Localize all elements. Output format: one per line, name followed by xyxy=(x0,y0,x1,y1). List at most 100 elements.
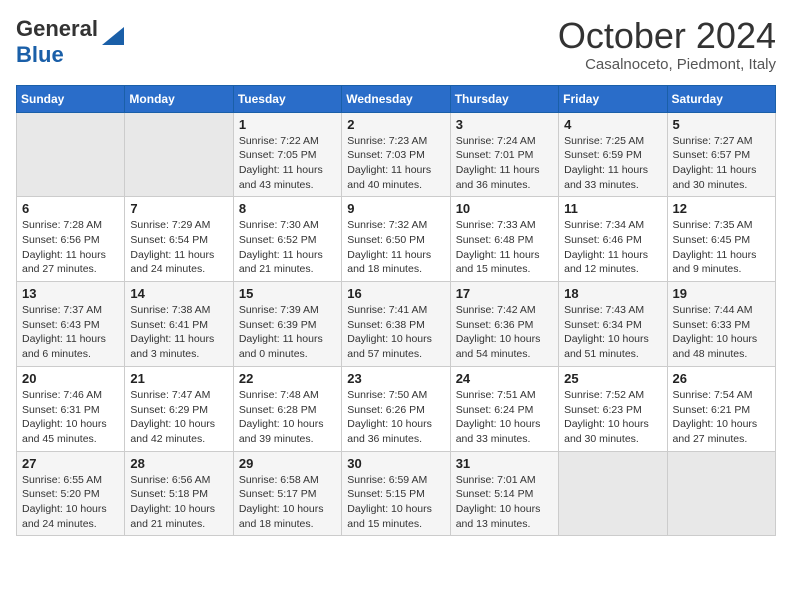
day-info: Sunrise: 7:30 AMSunset: 6:52 PMDaylight:… xyxy=(239,218,336,277)
title-block: October 2024 Casalnoceto, Piedmont, Ital… xyxy=(558,16,776,73)
calendar-table: SundayMondayTuesdayWednesdayThursdayFrid… xyxy=(16,85,776,537)
day-number: 6 xyxy=(22,201,119,216)
day-number: 26 xyxy=(673,371,770,386)
calendar-cell: 17 Sunrise: 7:42 AMSunset: 6:36 PMDayligh… xyxy=(450,282,558,367)
day-info: Sunrise: 7:54 AMSunset: 6:21 PMDaylight:… xyxy=(673,388,770,447)
day-number: 27 xyxy=(22,456,119,471)
day-number: 19 xyxy=(673,286,770,301)
calendar-cell: 8 Sunrise: 7:30 AMSunset: 6:52 PMDaylight… xyxy=(233,197,341,282)
day-number: 14 xyxy=(130,286,227,301)
day-info: Sunrise: 6:59 AMSunset: 5:15 PMDaylight:… xyxy=(347,473,444,532)
logo-blue: Blue xyxy=(16,42,64,67)
calendar-cell: 12 Sunrise: 7:35 AMSunset: 6:45 PMDayligh… xyxy=(667,197,775,282)
week-row-4: 20Sunrise: 7:46 AMSunset: 6:31 PMDayligh… xyxy=(17,366,776,451)
day-info: Sunrise: 7:38 AMSunset: 6:41 PMDaylight:… xyxy=(130,303,227,362)
calendar-cell: 23 Sunrise: 7:50 AMSunset: 6:26 PMDayligh… xyxy=(342,366,450,451)
day-info: Sunrise: 7:25 AMSunset: 6:59 PMDaylight:… xyxy=(564,134,661,193)
day-number: 9 xyxy=(347,201,444,216)
calendar-cell: 9 Sunrise: 7:32 AMSunset: 6:50 PMDaylight… xyxy=(342,197,450,282)
calendar-header-row: SundayMondayTuesdayWednesdayThursdayFrid… xyxy=(17,85,776,112)
day-info: Sunrise: 6:55 AMSunset: 5:20 PMDaylight:… xyxy=(22,473,119,532)
day-number: 12 xyxy=(673,201,770,216)
day-info: Sunrise: 7:43 AMSunset: 6:34 PMDaylight:… xyxy=(564,303,661,362)
day-number: 22 xyxy=(239,371,336,386)
column-header-friday: Friday xyxy=(559,85,667,112)
day-info: Sunrise: 7:39 AMSunset: 6:39 PMDaylight:… xyxy=(239,303,336,362)
day-info: Sunrise: 7:29 AMSunset: 6:54 PMDaylight:… xyxy=(130,218,227,277)
month-title: October 2024 xyxy=(558,16,776,56)
calendar-cell: 2 Sunrise: 7:23 AMSunset: 7:03 PMDaylight… xyxy=(342,112,450,197)
day-number: 16 xyxy=(347,286,444,301)
day-info: Sunrise: 7:44 AMSunset: 6:33 PMDaylight:… xyxy=(673,303,770,362)
day-info: Sunrise: 6:56 AMSunset: 5:18 PMDaylight:… xyxy=(130,473,227,532)
calendar-cell: 7 Sunrise: 7:29 AMSunset: 6:54 PMDaylight… xyxy=(125,197,233,282)
day-number: 23 xyxy=(347,371,444,386)
day-info: Sunrise: 7:48 AMSunset: 6:28 PMDaylight:… xyxy=(239,388,336,447)
calendar-cell: 26 Sunrise: 7:54 AMSunset: 6:21 PMDayligh… xyxy=(667,366,775,451)
column-header-saturday: Saturday xyxy=(667,85,775,112)
calendar-cell: 24Sunrise: 7:51 AMSunset: 6:24 PMDayligh… xyxy=(450,366,558,451)
calendar-cell: 16 Sunrise: 7:41 AMSunset: 6:38 PMDayligh… xyxy=(342,282,450,367)
day-info: Sunrise: 7:41 AMSunset: 6:38 PMDaylight:… xyxy=(347,303,444,362)
calendar-cell: 11Sunrise: 7:34 AMSunset: 6:46 PMDayligh… xyxy=(559,197,667,282)
calendar-cell: 3Sunrise: 7:24 AMSunset: 7:01 PMDaylight… xyxy=(450,112,558,197)
day-number: 5 xyxy=(673,117,770,132)
calendar-cell: 29 Sunrise: 6:58 AMSunset: 5:17 PMDayligh… xyxy=(233,451,341,536)
day-number: 10 xyxy=(456,201,553,216)
calendar-cell: 18Sunrise: 7:43 AMSunset: 6:34 PMDayligh… xyxy=(559,282,667,367)
calendar-cell: 25 Sunrise: 7:52 AMSunset: 6:23 PMDayligh… xyxy=(559,366,667,451)
column-header-monday: Monday xyxy=(125,85,233,112)
calendar-cell: 6Sunrise: 7:28 AMSunset: 6:56 PMDaylight… xyxy=(17,197,125,282)
day-info: Sunrise: 7:52 AMSunset: 6:23 PMDaylight:… xyxy=(564,388,661,447)
day-number: 11 xyxy=(564,201,661,216)
day-number: 25 xyxy=(564,371,661,386)
day-info: Sunrise: 7:37 AMSunset: 6:43 PMDaylight:… xyxy=(22,303,119,362)
day-number: 17 xyxy=(456,286,553,301)
week-row-3: 13 Sunrise: 7:37 AMSunset: 6:43 PMDayligh… xyxy=(17,282,776,367)
calendar-cell: 10 Sunrise: 7:33 AMSunset: 6:48 PMDayligh… xyxy=(450,197,558,282)
calendar-cell: 13 Sunrise: 7:37 AMSunset: 6:43 PMDayligh… xyxy=(17,282,125,367)
day-number: 8 xyxy=(239,201,336,216)
day-info: Sunrise: 7:23 AMSunset: 7:03 PMDaylight:… xyxy=(347,134,444,193)
day-info: Sunrise: 7:32 AMSunset: 6:50 PMDaylight:… xyxy=(347,218,444,277)
calendar-cell: 1 Sunrise: 7:22 AMSunset: 7:05 PMDaylight… xyxy=(233,112,341,197)
calendar-cell: 31Sunrise: 7:01 AMSunset: 5:14 PMDayligh… xyxy=(450,451,558,536)
location: Casalnoceto, Piedmont, Italy xyxy=(558,56,776,73)
day-info: Sunrise: 6:58 AMSunset: 5:17 PMDaylight:… xyxy=(239,473,336,532)
column-header-sunday: Sunday xyxy=(17,85,125,112)
calendar-cell: 15Sunrise: 7:39 AMSunset: 6:39 PMDayligh… xyxy=(233,282,341,367)
day-info: Sunrise: 7:22 AMSunset: 7:05 PMDaylight:… xyxy=(239,134,336,193)
page-header: General Blue October 2024 Casalnoceto, P… xyxy=(16,16,776,73)
calendar-cell: 28 Sunrise: 6:56 AMSunset: 5:18 PMDayligh… xyxy=(125,451,233,536)
logo-general-text: General Blue xyxy=(16,16,98,68)
day-info: Sunrise: 7:01 AMSunset: 5:14 PMDaylight:… xyxy=(456,473,553,532)
day-number: 28 xyxy=(130,456,227,471)
calendar-cell: 4 Sunrise: 7:25 AMSunset: 6:59 PMDaylight… xyxy=(559,112,667,197)
day-number: 13 xyxy=(22,286,119,301)
day-number: 4 xyxy=(564,117,661,132)
day-info: Sunrise: 7:35 AMSunset: 6:45 PMDaylight:… xyxy=(673,218,770,277)
calendar-cell: 20Sunrise: 7:46 AMSunset: 6:31 PMDayligh… xyxy=(17,366,125,451)
day-number: 1 xyxy=(239,117,336,132)
day-number: 3 xyxy=(456,117,553,132)
day-info: Sunrise: 7:51 AMSunset: 6:24 PMDaylight:… xyxy=(456,388,553,447)
day-number: 29 xyxy=(239,456,336,471)
calendar-cell: 27 Sunrise: 6:55 AMSunset: 5:20 PMDayligh… xyxy=(17,451,125,536)
calendar-cell: 22 Sunrise: 7:48 AMSunset: 6:28 PMDayligh… xyxy=(233,366,341,451)
day-info: Sunrise: 7:42 AMSunset: 6:36 PMDaylight:… xyxy=(456,303,553,362)
calendar-cell xyxy=(667,451,775,536)
day-number: 30 xyxy=(347,456,444,471)
day-info: Sunrise: 7:33 AMSunset: 6:48 PMDaylight:… xyxy=(456,218,553,277)
week-row-5: 27 Sunrise: 6:55 AMSunset: 5:20 PMDayligh… xyxy=(17,451,776,536)
logo: General Blue xyxy=(16,16,124,68)
day-info: Sunrise: 7:50 AMSunset: 6:26 PMDaylight:… xyxy=(347,388,444,447)
day-info: Sunrise: 7:27 AMSunset: 6:57 PMDaylight:… xyxy=(673,134,770,193)
calendar-cell: 30 Sunrise: 6:59 AMSunset: 5:15 PMDayligh… xyxy=(342,451,450,536)
day-number: 2 xyxy=(347,117,444,132)
week-row-1: 1 Sunrise: 7:22 AMSunset: 7:05 PMDaylight… xyxy=(17,112,776,197)
calendar-cell xyxy=(17,112,125,197)
calendar-cell: 21Sunrise: 7:47 AMSunset: 6:29 PMDayligh… xyxy=(125,366,233,451)
day-number: 7 xyxy=(130,201,227,216)
calendar-cell: 19 Sunrise: 7:44 AMSunset: 6:33 PMDayligh… xyxy=(667,282,775,367)
column-header-wednesday: Wednesday xyxy=(342,85,450,112)
